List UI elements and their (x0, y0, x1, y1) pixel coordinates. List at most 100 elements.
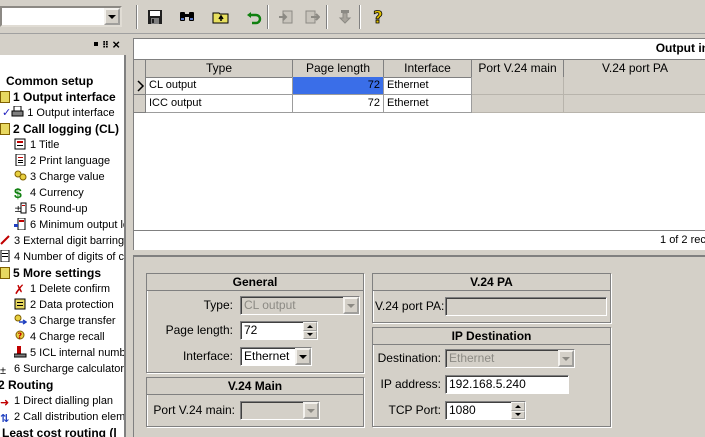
tree-item-least-cost-routing[interactable]: Least cost routing (l (2, 425, 117, 437)
help-button[interactable]: ? (367, 6, 389, 28)
tree-item-minimum-output[interactable]: 6 Minimum output le (14, 217, 124, 233)
tree-item-common-setup[interactable]: Common setup (6, 73, 93, 89)
help-icon: ? (373, 8, 384, 26)
open-folder-button[interactable] (210, 6, 232, 28)
page-length-spin[interactable] (303, 322, 317, 339)
tree-item-external-digit-barring[interactable]: 3 External digit barring (0, 233, 124, 249)
printer-icon (11, 105, 24, 118)
tree-item-label: 1 Output interface (27, 107, 115, 119)
cell-type[interactable]: ICC output (146, 95, 293, 113)
undo-icon (247, 12, 262, 25)
tree-item-title[interactable]: 1 Title (14, 137, 59, 153)
tree-item-icl-internal[interactable]: 5 ICL internal numb (13, 345, 126, 361)
minimum-icon (14, 217, 27, 231)
export-button[interactable] (301, 6, 323, 28)
import-button[interactable] (275, 6, 297, 28)
tree-item-charge-value[interactable]: 3 Charge value (14, 169, 105, 185)
tree-item-output-interface[interactable]: ✓ 1 Output interface (2, 105, 115, 121)
view-combo[interactable] (0, 6, 122, 27)
tree-panel-header: ⠿ × (0, 38, 122, 54)
pin-icon[interactable] (94, 42, 98, 46)
find-button[interactable] (176, 6, 198, 28)
save-icon (148, 10, 162, 24)
close-icon[interactable]: × (112, 38, 120, 51)
tree-item-currency[interactable]: $4 Currency (14, 185, 84, 201)
destination-dropdown-button[interactable] (558, 350, 574, 367)
cell-page-length[interactable]: 72 (293, 95, 384, 113)
v24-port-pa-field[interactable] (445, 297, 607, 316)
tree-item-label: 6 Surcharge calculator (14, 363, 125, 375)
spin-down-icon[interactable] (511, 410, 525, 419)
tree-item-more-settings-group[interactable]: 5 More settings (0, 265, 101, 281)
tree-item-delete-confirm[interactable]: ✗ 1 Delete confirm (14, 281, 110, 297)
tcp-port-stepper[interactable]: 1080 (445, 401, 526, 420)
undo-button[interactable] (243, 6, 265, 28)
tree-item-label: 3 External digit barring (14, 235, 125, 247)
cell-port-pa[interactable] (564, 77, 705, 95)
general-group-title: General (147, 274, 363, 291)
spin-up-icon[interactable] (303, 322, 317, 331)
row-selector[interactable] (134, 77, 146, 95)
tree-item-charge-recall[interactable]: ? 4 Charge recall (14, 329, 105, 345)
dock-icon[interactable]: ⠿ (102, 41, 109, 50)
port-v24-main-dropdown-button[interactable] (303, 402, 319, 419)
tree-item-call-distribution[interactable]: ⇅ 2 Call distribution eleme (0, 409, 126, 425)
download-button[interactable] (334, 6, 356, 28)
svg-text:?: ? (18, 332, 23, 341)
cell-interface[interactable]: Ethernet (384, 77, 472, 95)
tree-item-direct-dialling-plan[interactable]: ➜ 1 Direct dialling plan (0, 393, 113, 409)
tree-item-routing[interactable]: 2 Routing (0, 377, 53, 393)
distribution-icon: ⇅ (0, 413, 10, 425)
table-row[interactable]: CL output 72 Ethernet (134, 77, 705, 95)
tree-item-data-protection[interactable]: 2 Data protection (14, 297, 114, 313)
cell-type[interactable]: CL output (146, 77, 293, 95)
destination-select[interactable]: Ethernet (445, 349, 575, 368)
destination-label: Destination: (377, 351, 441, 365)
ip-address-input[interactable]: 192.168.5.240 (445, 375, 569, 394)
type-label: Type: (203, 298, 233, 312)
column-header-interface[interactable]: Interface (384, 60, 472, 78)
combo-dropdown-button[interactable] (104, 8, 120, 25)
cell-port-pa[interactable] (564, 95, 705, 113)
tree-item-label: 5 ICL internal numb (30, 347, 126, 359)
column-header-type[interactable]: Type (146, 60, 293, 78)
open-folder-icon (212, 12, 229, 24)
page-length-stepper[interactable]: 72 (240, 321, 318, 340)
tree-item-label: 2 Call distribution eleme (14, 411, 126, 423)
interface-dropdown-button[interactable] (295, 348, 311, 365)
port-v24-main-select[interactable] (240, 401, 320, 420)
tree-item-label: 1 Output interface (13, 90, 116, 104)
spin-down-icon[interactable] (303, 330, 317, 339)
folder-icon (0, 267, 10, 279)
v24-pa-group-title: V.24 PA (373, 274, 610, 291)
tree-item-output-interface-group[interactable]: 1 Output interface (0, 89, 116, 105)
grid-header: Type Page length Interface Port V.24 mai… (134, 59, 705, 78)
grid-status-bar: 1 of 2 reco (134, 230, 705, 250)
cell-port-main[interactable] (472, 77, 564, 95)
row-selector[interactable] (134, 95, 146, 113)
interface-select[interactable]: Ethernet (240, 347, 312, 366)
icl-icon (13, 346, 27, 358)
tree-item-round-up[interactable]: ±5 Round-up (14, 201, 88, 217)
table-row[interactable]: ICC output 72 Ethernet (134, 95, 705, 113)
coins-icon (14, 170, 27, 182)
tree-item-number-of-digits[interactable]: 4 Number of digits of co (0, 249, 124, 265)
column-header-port-pa[interactable]: V.24 port PA (564, 60, 705, 78)
chevron-down-icon (108, 14, 116, 19)
type-dropdown-button[interactable] (343, 297, 359, 314)
tcp-port-spin[interactable] (511, 402, 525, 419)
tree-item-call-logging-group[interactable]: 2 Call logging (CL) (0, 121, 119, 137)
tree-item-charge-transfer[interactable]: 3 Charge transfer (14, 313, 116, 329)
column-header-port-main[interactable]: Port V.24 main (472, 60, 564, 78)
cell-interface[interactable]: Ethernet (384, 95, 472, 113)
cell-page-length[interactable]: 72 (293, 77, 384, 95)
tree-item-print-language[interactable]: 2 Print language (14, 153, 110, 169)
barring-icon (0, 234, 11, 246)
tree-item-label: 2 Call logging (CL) (13, 122, 119, 136)
tree-item-surcharge-calculator[interactable]: ±6 Surcharge calculator (0, 361, 124, 377)
type-select[interactable]: CL output (240, 296, 360, 315)
column-header-page-length[interactable]: Page length (293, 60, 384, 78)
cell-port-main[interactable] (472, 95, 564, 113)
save-button[interactable] (144, 6, 166, 28)
spin-up-icon[interactable] (511, 402, 525, 411)
